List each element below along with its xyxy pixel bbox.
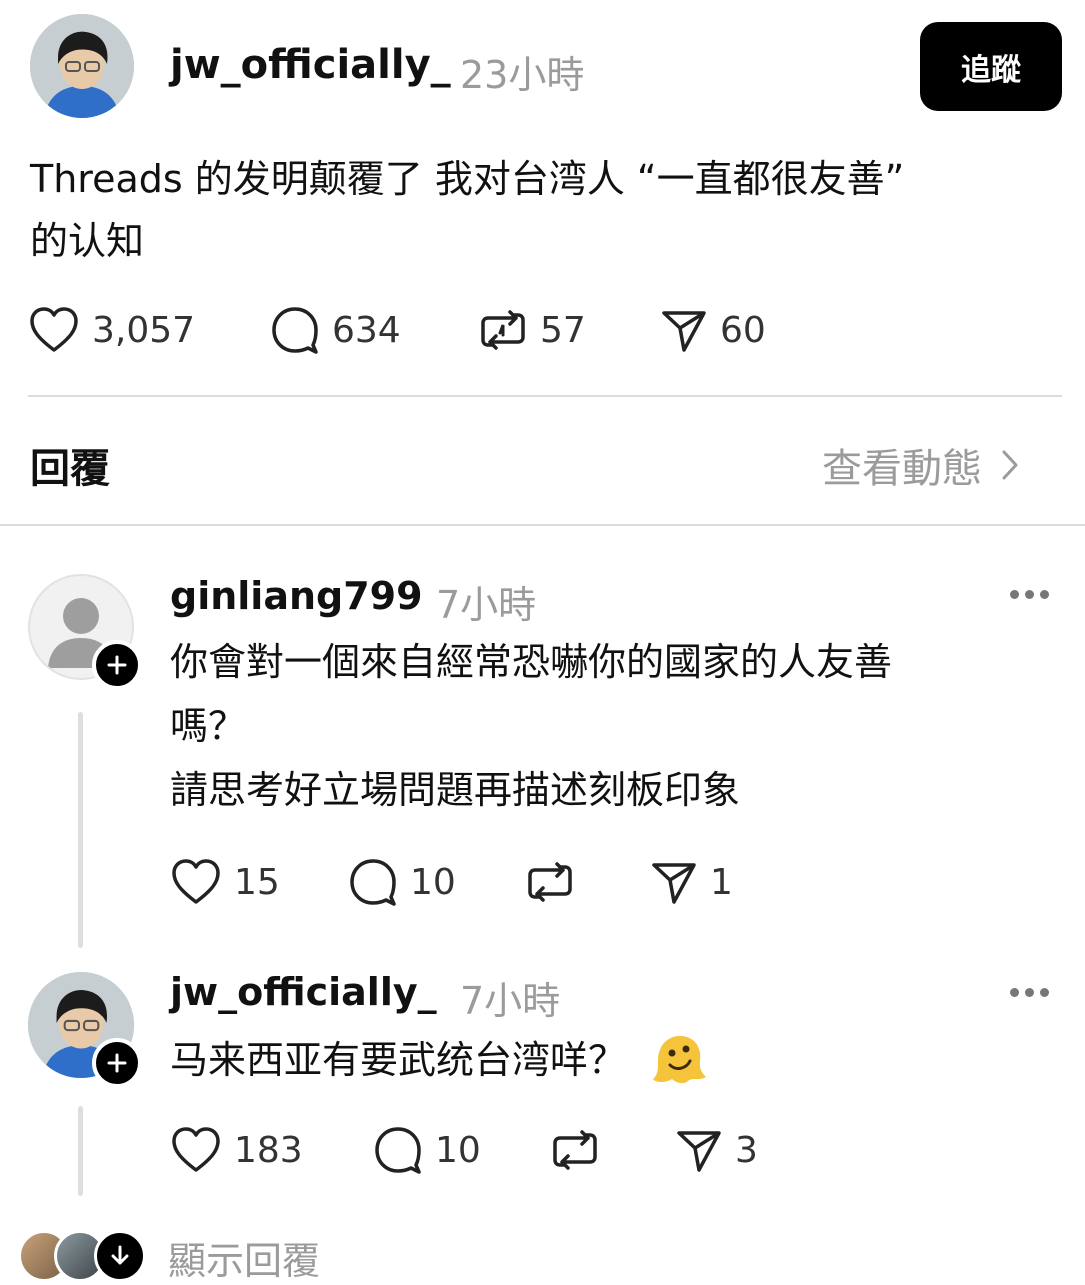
heart-icon <box>172 1127 220 1172</box>
chevron-down-icon <box>111 1245 129 1265</box>
show-replies-row[interactable]: 顯示回覆 <box>18 1226 418 1283</box>
thread-line <box>78 1106 83 1196</box>
like-action[interactable]: 15 <box>170 857 280 907</box>
like-count: 183 <box>234 1129 303 1171</box>
comment-count: 634 <box>332 309 401 351</box>
comment-count: 10 <box>410 861 456 903</box>
comment-action[interactable]: 634 <box>270 305 401 355</box>
reply-timestamp: 7小時 <box>460 979 561 1023</box>
divider <box>28 395 1062 397</box>
reply-text-line: 你會對一個來自經常恐嚇你的國家的人友善 <box>170 640 893 684</box>
thread-line <box>78 712 83 948</box>
reply-text-line: 马来西亚有要武统台湾咩？ <box>170 1038 627 1082</box>
view-activity-link[interactable]: 查看動態 <box>822 436 1020 494</box>
comment-bubble-icon <box>272 307 318 354</box>
reply-text: 马来西亚有要武统台湾咩？ <box>170 1028 1050 1092</box>
like-count: 15 <box>234 861 280 903</box>
share-action[interactable]: 60 <box>660 305 766 355</box>
expand-replies-badge <box>94 1230 146 1282</box>
share-count: 60 <box>720 309 766 351</box>
chevron-right-icon <box>1002 450 1018 480</box>
post-text-line: 的认知 <box>30 219 145 263</box>
heart-icon <box>30 307 78 352</box>
more-dots-icon[interactable] <box>1010 590 1049 599</box>
comment-action[interactable]: 10 <box>348 857 456 907</box>
share-action[interactable]: 3 <box>675 1125 758 1175</box>
share-count: 1 <box>710 861 733 903</box>
heart-icon <box>172 859 220 904</box>
repost-icon <box>528 862 572 902</box>
reply-text-line: 嗎？ <box>170 704 247 748</box>
plus-icon <box>107 1053 127 1073</box>
post-username[interactable]: jw_officially_ <box>170 42 451 88</box>
follow-plus-icon[interactable] <box>92 1038 142 1088</box>
repost-action[interactable]: 57 <box>478 305 586 355</box>
reply-username[interactable]: jw_officially_ <box>170 970 437 1014</box>
post-text-line: Threads 的发明颠覆了 我对台湾人 “一直都很友善” <box>30 157 905 201</box>
repost-action[interactable] <box>550 1125 612 1175</box>
comment-bubble-icon <box>350 859 396 906</box>
post-timestamp: 23小時 <box>460 53 585 97</box>
follow-plus-icon[interactable] <box>92 640 142 690</box>
reply-timestamp: 7小時 <box>436 583 537 627</box>
like-action[interactable]: 183 <box>170 1125 303 1175</box>
more-dots-icon[interactable] <box>1010 988 1049 997</box>
reply-text-line: 請思考好立場問題再描述刻板印象 <box>170 768 741 812</box>
repost-count: 57 <box>540 309 586 351</box>
share-count: 3 <box>735 1129 758 1171</box>
send-icon <box>677 1131 721 1172</box>
comment-count: 10 <box>435 1129 481 1171</box>
like-count: 3,057 <box>92 309 196 351</box>
divider <box>0 524 1085 526</box>
post-text: Threads 的发明颠覆了 我对台湾人 “一直都很友善” 的认知 <box>30 148 1060 272</box>
comment-action[interactable]: 10 <box>373 1125 481 1175</box>
replies-title[interactable]: 回覆 <box>30 436 110 494</box>
repost-action[interactable] <box>525 857 587 907</box>
share-action[interactable]: 1 <box>650 857 733 907</box>
comment-bubble-icon <box>375 1127 421 1174</box>
melting-face-emoji-icon <box>653 1036 707 1084</box>
reply-username[interactable]: ginliang799 <box>170 574 423 618</box>
like-action[interactable]: 3,057 <box>28 305 195 355</box>
show-replies-label: 顯示回覆 <box>168 1239 321 1283</box>
view-activity-label: 查看動態 <box>822 446 982 492</box>
repost-icon <box>553 1130 597 1170</box>
plus-icon <box>107 655 127 675</box>
avatar-photo <box>30 14 134 118</box>
post-author-avatar[interactable] <box>30 14 134 118</box>
reply-text: 你會對一個來自經常恐嚇你的國家的人友善 嗎？ 請思考好立場問題再描述刻板印象 <box>170 630 1050 822</box>
follow-button[interactable]: 追蹤 <box>920 22 1062 111</box>
repost-icon <box>481 310 525 350</box>
send-icon <box>652 863 696 904</box>
send-icon <box>662 311 706 352</box>
